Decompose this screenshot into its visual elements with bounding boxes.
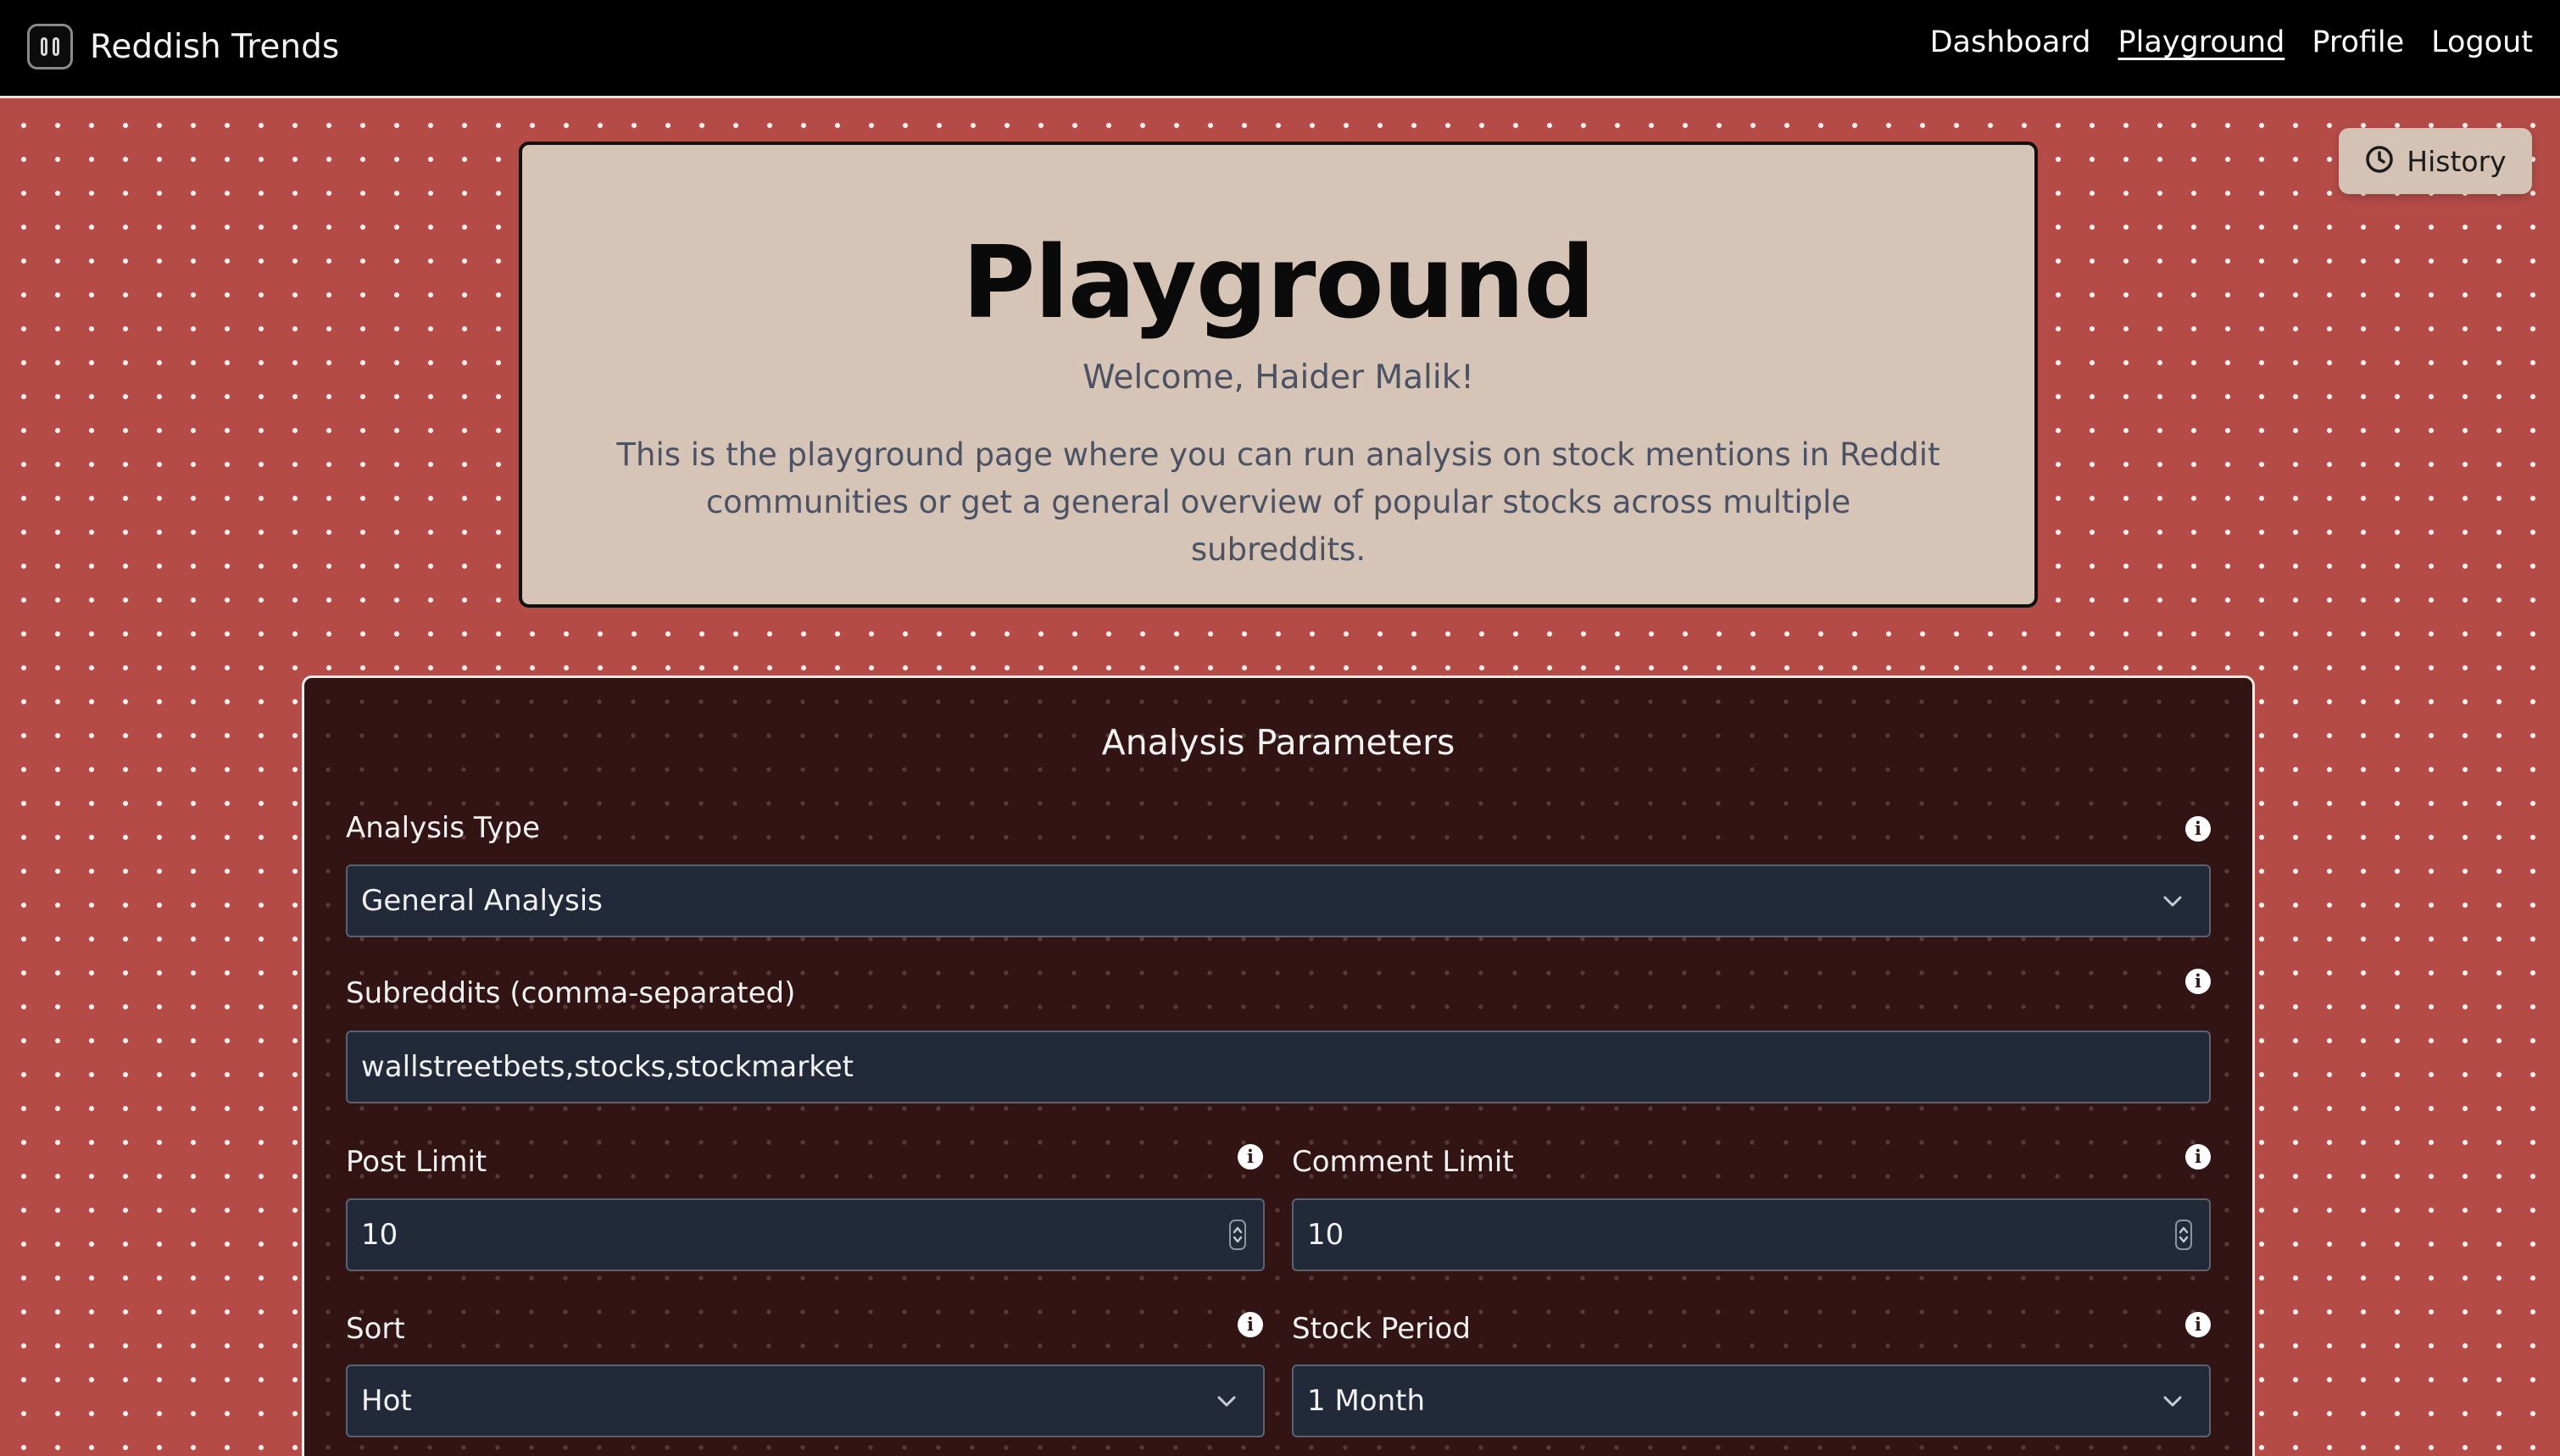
- clock-icon: [2364, 144, 2395, 178]
- number-stepper-icon[interactable]: [1229, 1220, 1246, 1250]
- subreddits-label: Subreddits (comma-separated): [346, 976, 796, 1010]
- comment-limit-value: 10: [1307, 1218, 1344, 1252]
- info-icon[interactable]: i: [2185, 969, 2211, 994]
- stock-period-label: Stock Period: [1292, 1312, 1471, 1346]
- sort-value: Hot: [361, 1384, 412, 1418]
- analysis-type-value: General Analysis: [361, 884, 603, 918]
- post-limit-value: 10: [361, 1218, 398, 1252]
- info-icon[interactable]: i: [2185, 1312, 2211, 1337]
- comment-limit-label: Comment Limit: [1292, 1145, 1514, 1179]
- nav-link-playground[interactable]: Playground: [2118, 25, 2285, 59]
- info-icon[interactable]: i: [2185, 1144, 2211, 1170]
- panel-title: Analysis Parameters: [1101, 722, 1455, 763]
- logo-icon: [27, 24, 73, 69]
- sort-label: Sort: [346, 1312, 405, 1346]
- chevron-down-icon: [2163, 896, 2182, 907]
- sort-select[interactable]: Hot: [346, 1364, 1265, 1437]
- page-title: Playground: [961, 224, 1595, 341]
- nav-link-profile[interactable]: Profile: [2312, 25, 2404, 59]
- info-icon[interactable]: i: [2185, 816, 2211, 842]
- post-limit-input[interactable]: 10: [346, 1198, 1265, 1271]
- analysis-type-label: Analysis Type: [346, 811, 540, 845]
- brand[interactable]: Reddish Trends: [27, 21, 339, 72]
- nav-link-dashboard[interactable]: Dashboard: [1930, 25, 2091, 59]
- page-description: This is the playground page where you ca…: [616, 436, 1940, 568]
- subreddits-input[interactable]: wallstreetbets,stocks,stockmarket: [346, 1031, 2211, 1103]
- brand-name: Reddish Trends: [90, 27, 340, 66]
- chevron-down-icon: [1217, 1396, 1236, 1407]
- number-stepper-icon[interactable]: [2175, 1220, 2192, 1250]
- stock-period-value: 1 Month: [1307, 1384, 1426, 1418]
- comment-limit-input[interactable]: 10: [1292, 1198, 2211, 1271]
- chevron-down-icon: [2163, 1396, 2182, 1407]
- info-icon[interactable]: i: [1238, 1144, 1263, 1170]
- navbar: Reddish Trends Dashboard Playground Prof…: [0, 0, 2560, 98]
- history-button[interactable]: History: [2339, 128, 2532, 194]
- nav-link-logout[interactable]: Logout: [2431, 25, 2533, 59]
- info-icon[interactable]: i: [1238, 1312, 1263, 1337]
- nav-links: Dashboard Playground Profile Logout: [1930, 25, 2533, 59]
- hero-card: Playground Welcome, Haider Malik! This i…: [519, 142, 2038, 608]
- history-button-label: History: [2407, 144, 2507, 178]
- analysis-parameters-panel: Analysis Parameters Analysis Type i Gene…: [302, 675, 2255, 1456]
- welcome-message: Welcome, Haider Malik!: [1082, 358, 1474, 397]
- analysis-type-select[interactable]: General Analysis: [346, 864, 2211, 937]
- stock-period-select[interactable]: 1 Month: [1292, 1364, 2211, 1437]
- post-limit-label: Post Limit: [346, 1145, 487, 1179]
- subreddits-value: wallstreetbets,stocks,stockmarket: [361, 1050, 854, 1084]
